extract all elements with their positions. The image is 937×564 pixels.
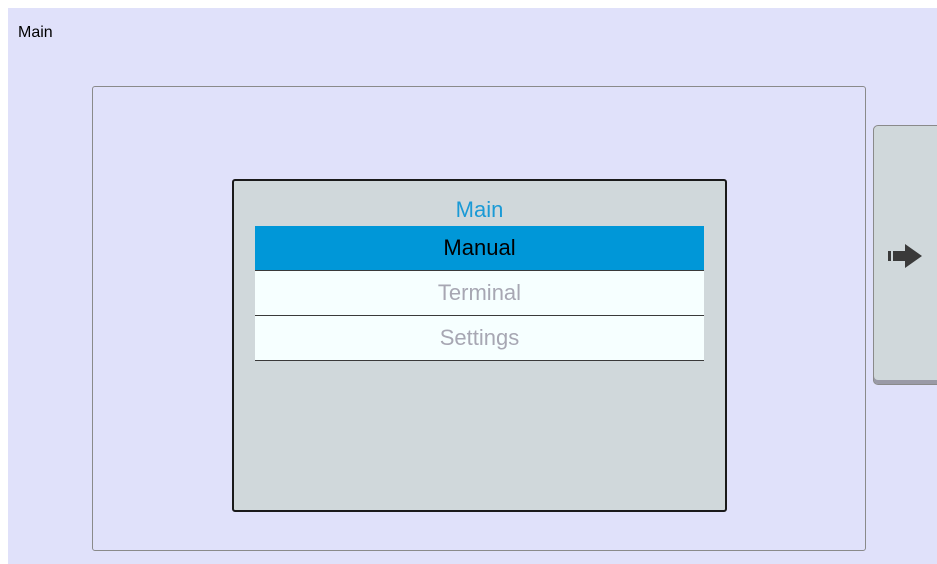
next-page-button[interactable] [873, 125, 937, 385]
menu-item-manual[interactable]: Manual [255, 226, 704, 271]
menu-list: Manual Terminal Settings [255, 226, 704, 361]
arrow-right-icon [888, 244, 922, 268]
window-title: Main [18, 24, 53, 41]
menu-item-settings[interactable]: Settings [255, 316, 704, 361]
main-menu: Main Manual Terminal Settings [232, 179, 727, 512]
menu-item-terminal[interactable]: Terminal [255, 271, 704, 316]
menu-title: Main [455, 197, 504, 222]
